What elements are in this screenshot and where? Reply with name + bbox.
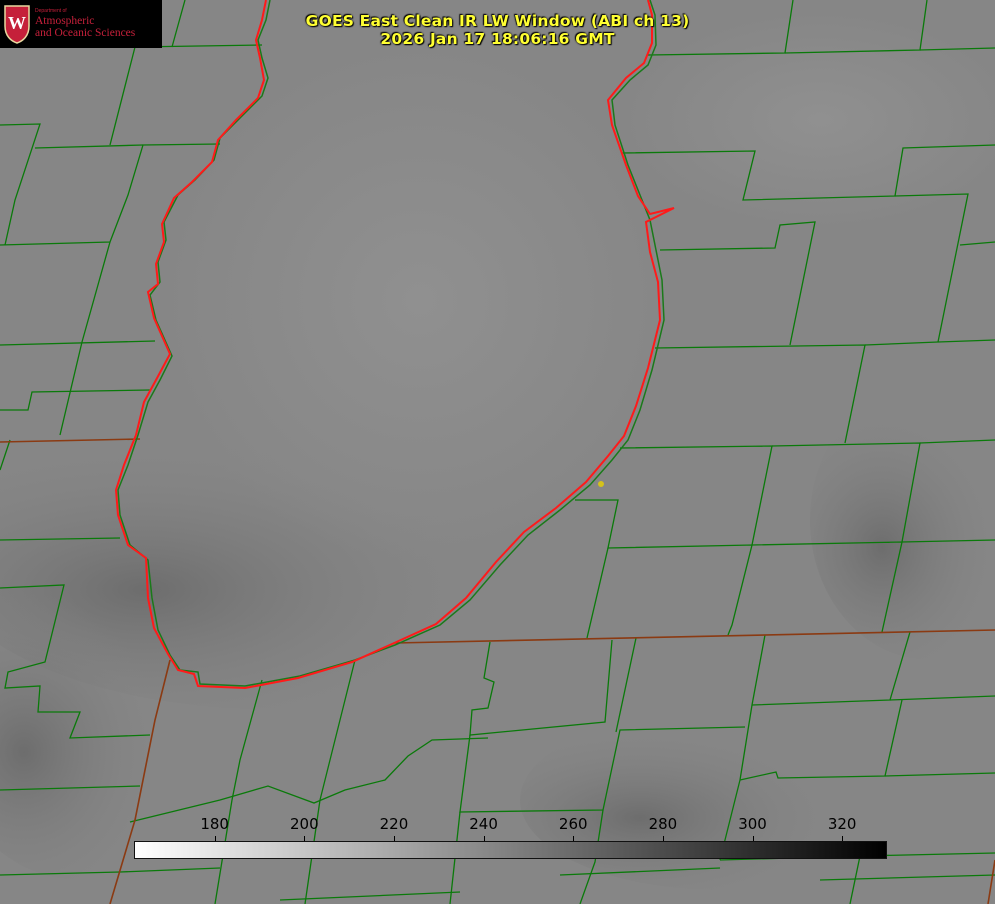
colorbar-tick-mark [842,836,844,841]
colorbar-tick-label: 180 [200,815,229,833]
image-timestamp: 2026 Jan 17 18:06:16 GMT [380,30,615,48]
image-title: GOES East Clean IR LW Window (ABI ch 13) [305,12,690,30]
colorbar-tick-mark [573,836,575,841]
colorbar-tick-mark [483,836,485,841]
colorbar [134,841,887,859]
satellite-image-panel: W Department of Atmospheric and Oceanic … [0,0,995,904]
colorbar-tick-label: 280 [648,815,678,833]
colorbar-tick-label: 260 [558,815,588,833]
colorbar-tick-label: 300 [738,815,767,833]
colorbar-tick-mark [304,836,306,841]
colorbar-tick-label: 220 [379,815,409,833]
satellite-map [0,0,995,904]
colorbar-tick-mark [214,836,216,841]
colorbar-tick-mark [662,836,664,841]
colorbar-tick-mark [752,836,754,841]
colorbar-tick-label: 320 [827,815,857,833]
colorbar-tick-label: 200 [289,815,319,833]
colorbar-tick-label: 240 [469,815,498,833]
station-marker [598,481,604,487]
colorbar-tick-mark [393,836,395,841]
